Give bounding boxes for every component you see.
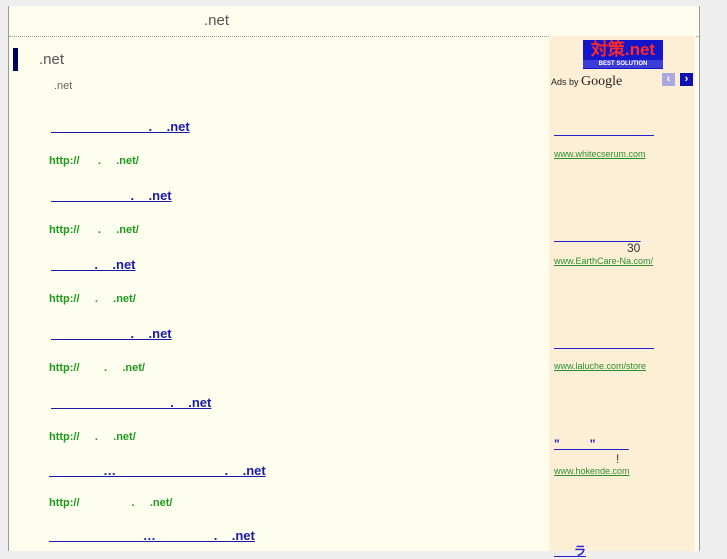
result-url: http:// . .net/ [49,431,136,443]
ad-url[interactable]: www.laluche.com/store [554,361,646,371]
ad-url[interactable]: www.EarthCare-Na.com/ [554,256,653,266]
header: .net [9,6,699,37]
title-marker [13,48,18,71]
result-url: http:// . .net/ [49,155,139,167]
result-link[interactable]: . .net [51,395,211,410]
result-link[interactable]: … . .net [49,463,266,478]
page-title: .net [39,51,65,68]
ad-title[interactable]: " " [554,437,629,451]
logo-tagline: BEST SOLUTION [583,60,663,68]
ads-by-label: Ads by [551,77,579,87]
result-link[interactable]: . .net [51,326,171,341]
page-subtitle: .net [54,80,73,92]
next-ad-button[interactable]: › [680,73,693,86]
ads-sidebar: 対策.net BEST SOLUTION Ads by Google ‹ › ww… [549,36,695,558]
site-title: .net [204,12,230,29]
ad-url[interactable]: www.whitecserum.com [554,149,646,159]
result-link[interactable]: . .net [51,257,135,272]
result-url: http:// . .net/ [49,362,145,374]
site-logo[interactable]: 対策.net BEST SOLUTION [583,40,663,69]
page: .net .net .net . .net http:// . .net/ . … [8,6,700,558]
ads-by-google[interactable]: Ads by Google [551,74,622,90]
ad-text: 30 [627,241,641,255]
ad-title[interactable] [554,123,654,137]
result-link[interactable]: … . .net [49,528,255,543]
result-link[interactable]: . .net [51,188,171,203]
ad-url[interactable]: www.hokende.com [554,466,630,476]
result-url: http:// . .net/ [49,224,139,236]
google-label: Google [581,74,623,89]
result-url: http:// . .net/ [49,293,136,305]
logo-text: 対策.net [590,40,656,59]
prev-ad-button[interactable]: ‹ [662,73,675,86]
ad-text: ! [616,452,620,466]
result-link[interactable]: . .net [51,119,190,134]
result-url: http:// . .net/ [49,497,173,509]
ad-title[interactable] [554,336,654,350]
